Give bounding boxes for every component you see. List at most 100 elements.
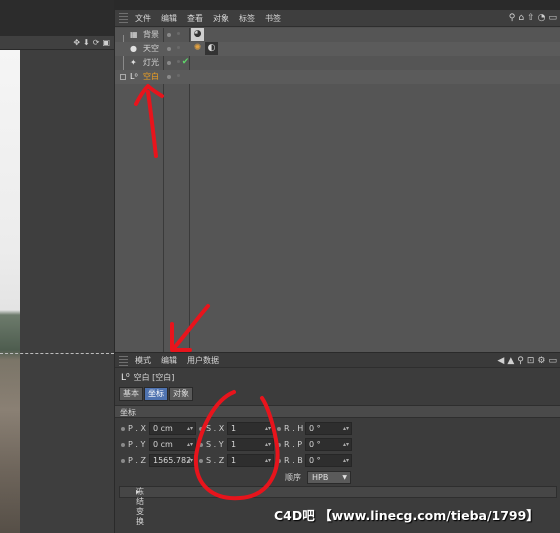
coordinate-row-x: P . X 0 cm ▴▾ S . X 1 ▴▾ R . H 0 ° ▴▾ (115, 422, 560, 436)
material-tag-icon[interactable]: ✺ (191, 42, 204, 55)
visibility-dots[interactable] (167, 74, 183, 81)
settings-icon[interactable]: ⚙ (537, 355, 545, 367)
menu-view[interactable]: 查看 (187, 13, 203, 24)
watermark: C4D吧 【www.linecg.com/tieba/1799】 (274, 508, 539, 523)
null-icon: L⁰ (130, 72, 138, 81)
animation-dot[interactable] (121, 427, 125, 431)
rotation-b-field[interactable]: 0 ° ▴▾ (305, 454, 352, 467)
animation-dot[interactable] (199, 459, 203, 463)
spinner-icon[interactable]: ▴▾ (343, 455, 349, 466)
object-row-null[interactable]: L⁰ 空白 (115, 70, 560, 84)
rotate-icon[interactable]: ⟳ (93, 38, 100, 48)
spinner-icon[interactable]: ▴▾ (343, 439, 349, 450)
object-list[interactable]: ▦ 背景 ◕ ● 天空 ✺ ◐ ✦ 灯光 ✔ L⁰ 空白 (115, 28, 560, 352)
attribute-title: L⁰ 空白 [空白] (121, 372, 174, 383)
object-row-light[interactable]: ✦ 灯光 ✔ (115, 56, 560, 70)
rotation-h-field[interactable]: 0 ° ▴▾ (305, 422, 352, 435)
select-value: HPB (312, 473, 329, 482)
animation-dot[interactable] (121, 443, 125, 447)
lock-icon[interactable]: ⊡ (527, 355, 535, 367)
down-arrow-icon[interactable]: ⬇ (83, 38, 90, 48)
field-value: 0 ° (309, 424, 321, 433)
param-label: S . Y (206, 440, 224, 449)
position-x-field[interactable]: 0 cm ▴▾ (149, 422, 196, 435)
grip-icon[interactable] (119, 13, 128, 23)
param-label: R . P (284, 440, 303, 449)
object-name[interactable]: 背景 (143, 29, 159, 41)
move-icon[interactable]: ✥ (73, 38, 80, 48)
menu-user-data[interactable]: 用户数据 (187, 355, 219, 366)
field-value: 1 (231, 424, 237, 433)
menu-file[interactable]: 文件 (135, 13, 151, 24)
object-name[interactable]: 灯光 (143, 57, 159, 69)
menu-mode[interactable]: 模式 (135, 355, 151, 366)
position-z-field[interactable]: 1565.782 ▴▾ (149, 454, 196, 467)
expand-icon[interactable]: ▭ (548, 12, 557, 24)
expand-icon[interactable]: ▭ (548, 355, 557, 367)
search-icon[interactable]: ⚲ (517, 355, 524, 367)
home-icon[interactable]: ⌂ (518, 12, 524, 24)
tab-object[interactable]: 对象 (169, 387, 193, 401)
animation-dot[interactable] (277, 443, 281, 447)
animation-dot[interactable] (199, 443, 203, 447)
visibility-dots[interactable] (167, 32, 183, 39)
object-name-selected[interactable]: 空白 (143, 71, 159, 83)
animation-dot[interactable] (199, 427, 203, 431)
object-name[interactable]: 天空 (143, 43, 159, 55)
visibility-dots[interactable] (167, 46, 183, 53)
field-value: 1 (231, 456, 237, 465)
freeze-transform-section[interactable]: ▸ 冻结变换 (119, 486, 557, 526)
spinner-icon[interactable]: ▴▾ (265, 455, 271, 466)
scale-x-field[interactable]: 1 ▴▾ (227, 422, 274, 435)
spinner-icon[interactable]: ▴▾ (265, 439, 271, 450)
maximize-icon[interactable]: ▣ (102, 38, 110, 48)
spinner-icon[interactable]: ▴▾ (187, 455, 193, 466)
animation-dot[interactable] (277, 427, 281, 431)
viewport-toolbar: ✥ ⬇ ⟳ ▣ (0, 36, 114, 50)
object-manager-menubar: 文件 编辑 查看 对象 标签 书签 ⚲ ⌂ ⇧ ◔ ▭ (115, 10, 560, 27)
menu-objects[interactable]: 对象 (213, 13, 229, 24)
check-icon[interactable]: ✔ (179, 56, 192, 69)
grip-icon[interactable] (119, 356, 128, 366)
field-value: 0 ° (309, 456, 321, 465)
material-tag-icon[interactable]: ◐ (205, 42, 218, 55)
spinner-icon[interactable]: ▴▾ (187, 423, 193, 434)
object-manager: 文件 编辑 查看 对象 标签 书签 ⚲ ⌂ ⇧ ◔ ▭ ▦ 背景 ◕ ● 天空 (114, 0, 560, 352)
scale-y-field[interactable]: 1 ▴▾ (227, 438, 274, 451)
coordinates-section-header: 坐标 (115, 405, 560, 418)
position-y-field[interactable]: 0 cm ▴▾ (149, 438, 196, 451)
spinner-icon[interactable]: ▴▾ (265, 423, 271, 434)
menu-edit[interactable]: 编辑 (161, 355, 177, 366)
rotation-p-field[interactable]: 0 ° ▴▾ (305, 438, 352, 451)
tab-basic[interactable]: 基本 (119, 387, 143, 401)
up-icon[interactable]: ⇧ (527, 12, 535, 24)
spinner-icon[interactable]: ▴▾ (187, 439, 193, 450)
coordinate-row-z: P . Z 1565.782 ▴▾ S . Z 1 ▴▾ R . B 0 ° ▴▾ (115, 454, 560, 468)
viewport-panel[interactable]: ✥ ⬇ ⟳ ▣ (0, 0, 114, 533)
param-label: S . X (206, 424, 225, 433)
scale-z-field[interactable]: 1 ▴▾ (227, 454, 274, 467)
back-arrow-icon[interactable]: ◀ (497, 355, 504, 367)
material-tag-icon[interactable]: ◕ (191, 28, 204, 41)
tab-coordinates[interactable]: 坐标 (144, 387, 168, 401)
coordinate-row-y: P . Y 0 cm ▴▾ S . Y 1 ▴▾ R . P 0 ° ▴▾ (115, 438, 560, 452)
rotation-order-select[interactable]: HPB ▼ (307, 471, 351, 484)
menu-tags[interactable]: 标签 (239, 13, 255, 24)
menu-bookmarks[interactable]: 书签 (265, 13, 281, 24)
order-label: 顺序 (285, 473, 301, 482)
animation-dot[interactable] (121, 459, 125, 463)
object-row-background[interactable]: ▦ 背景 ◕ (115, 28, 560, 42)
search-icon[interactable]: ⚲ (509, 12, 516, 24)
light-icon: ✦ (130, 58, 137, 67)
spinner-icon[interactable]: ▴▾ (343, 423, 349, 434)
param-label: R . B (284, 456, 303, 465)
up-arrow-icon[interactable]: ▲ (507, 355, 514, 367)
animation-dot[interactable] (277, 459, 281, 463)
pin-icon[interactable]: ◔ (538, 12, 546, 24)
object-row-sky[interactable]: ● 天空 ✺ ◐ (115, 42, 560, 56)
menu-edit[interactable]: 编辑 (161, 13, 177, 24)
viewport-render[interactable] (0, 50, 20, 533)
param-label: P . Z (128, 456, 146, 465)
null-object-icon: L⁰ (121, 372, 130, 383)
expand-toggle-icon[interactable] (120, 74, 126, 80)
